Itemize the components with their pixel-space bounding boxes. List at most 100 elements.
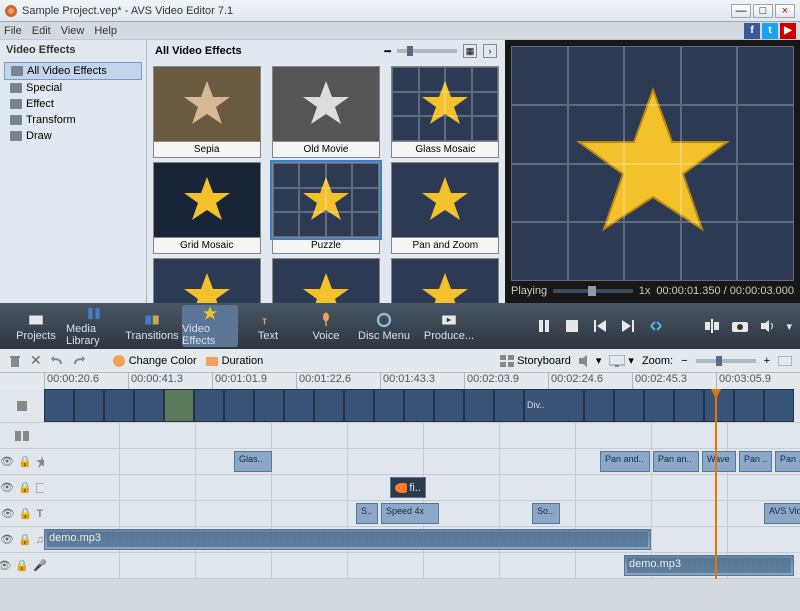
twitter-icon[interactable]: t (762, 23, 778, 39)
tab-discmenu[interactable]: Disc Menu (356, 305, 412, 347)
overlay-clip[interactable]: fi.. (390, 477, 426, 498)
expand-button[interactable]: › (483, 44, 497, 58)
tab-text[interactable]: TText (240, 305, 296, 347)
transition-track-body[interactable] (44, 423, 800, 448)
fx-clip[interactable]: Pan and.. (600, 451, 650, 472)
facebook-icon[interactable]: f (744, 23, 760, 39)
playhead[interactable] (715, 389, 717, 579)
volume-dropdown-icon[interactable]: ▾ (786, 320, 792, 333)
cat-draw[interactable]: Draw (4, 128, 142, 144)
folder-icon (11, 66, 23, 76)
trash-button[interactable] (8, 354, 22, 368)
redo-button[interactable] (72, 354, 86, 368)
fx-oldmovie[interactable]: Old Movie (268, 66, 383, 158)
video-clips[interactable]: Div.. (44, 389, 800, 422)
app-icon (4, 4, 18, 18)
effects-track: 👁 🔒 Glas.. Pan and.. Pan an.. Wave Pan ..… (0, 449, 800, 475)
fx-clip[interactable]: Wave (702, 451, 736, 472)
lock-icon[interactable]: 🔒 (19, 507, 33, 520)
duration-button[interactable]: Duration (205, 354, 264, 368)
youtube-icon[interactable]: ▶ (780, 23, 796, 39)
overlay-track: 👁 🔒 fi.. (0, 475, 800, 501)
delete-button[interactable]: ✕ (30, 352, 42, 369)
fx-clip[interactable]: Glas.. (234, 451, 272, 472)
cat-transform[interactable]: Transform (4, 112, 142, 128)
snapshot-button[interactable] (730, 316, 750, 336)
fx-glass[interactable]: Glass (149, 258, 264, 303)
fx-puzzle[interactable]: Puzzle (268, 162, 383, 254)
music-track-icon: ♫ (36, 534, 44, 546)
audio-track-body[interactable]: demo.mp3 (44, 527, 800, 552)
pause-button[interactable] (534, 316, 554, 336)
eye-icon[interactable]: 👁 (0, 481, 14, 494)
menu-help[interactable]: Help (94, 25, 117, 37)
stop-button[interactable] (562, 316, 582, 336)
grid-view-button[interactable]: ▦ (463, 44, 477, 58)
zoom-slider[interactable] (696, 359, 756, 363)
fx-sepia[interactable]: Sepia (149, 66, 264, 158)
eye-icon[interactable]: 👁 (1, 507, 15, 520)
tab-projects[interactable]: Projects (8, 305, 64, 347)
text-clip[interactable]: AVS Vid.. (764, 503, 800, 524)
video-track-body[interactable]: Div.. (44, 389, 800, 422)
thumb-size-slider[interactable] (397, 49, 457, 53)
minimize-button[interactable]: — (731, 4, 751, 18)
text-clip[interactable]: Speed 4x (381, 503, 439, 524)
lock-icon[interactable]: 🔒 (18, 481, 32, 494)
close-button[interactable]: × (775, 4, 795, 18)
lock-icon[interactable]: 🔒 (18, 533, 32, 546)
fx-watercolor[interactable]: Watercolor (388, 258, 503, 303)
undo-button[interactable] (50, 354, 64, 368)
volume-button[interactable] (758, 316, 778, 336)
menu-view[interactable]: View (61, 25, 85, 37)
effects-track-body[interactable]: Glas.. Pan and.. Pan an.. Wave Pan .. Pa… (44, 449, 800, 474)
fx-clip[interactable]: Pan .. (775, 451, 800, 472)
audio-clip[interactable]: demo.mp3 (624, 555, 794, 576)
tab-transitions[interactable]: Transitions (124, 305, 180, 347)
fx-panzoom[interactable]: Pan and Zoom (388, 162, 503, 254)
preview-panel: Playing 1x 00:00:01.350 / 00:00:03.000 (505, 40, 800, 303)
fx-snow[interactable]: Snow (268, 258, 383, 303)
menu-file[interactable]: File (4, 25, 22, 37)
audio-track: 👁 🔒 ♫ demo.mp3 (0, 527, 800, 553)
fx-gridmosaic[interactable]: Grid Mosaic (149, 162, 264, 254)
eye-icon[interactable]: 👁 (0, 533, 14, 546)
preview-viewport[interactable] (511, 46, 794, 281)
audio-monitor-button[interactable]: ▾ (579, 354, 602, 367)
eye-icon[interactable]: 👁 (0, 455, 14, 468)
zoom-fit-button[interactable] (778, 356, 792, 366)
text-clip[interactable]: So.. (532, 503, 560, 524)
menu-edit[interactable]: Edit (32, 25, 51, 37)
loop-button[interactable] (646, 316, 666, 336)
fx-clip[interactable]: Pan an.. (653, 451, 699, 472)
cat-special[interactable]: Special (4, 80, 142, 96)
prev-button[interactable] (590, 316, 610, 336)
lock-icon[interactable]: 🔒 (18, 455, 32, 468)
split-button[interactable] (702, 316, 722, 336)
tab-media[interactable]: Media Library (66, 305, 122, 347)
speed-slider[interactable] (553, 289, 633, 293)
cat-effect[interactable]: Effect (4, 96, 142, 112)
display-button[interactable]: ▾ (609, 354, 634, 367)
lock-icon[interactable]: 🔒 (15, 559, 29, 572)
effects-sidebar: Video Effects All Video Effects Special … (0, 40, 147, 303)
tab-voice[interactable]: Voice (298, 305, 354, 347)
eye-icon[interactable]: 👁 (0, 559, 11, 572)
cat-all[interactable]: All Video Effects (4, 62, 142, 80)
storyboard-button[interactable]: Storyboard (500, 355, 571, 367)
tab-videoeffects[interactable]: Video Effects (182, 305, 238, 347)
timeline-ruler[interactable]: 00:00:20.6 00:00:41.3 00:01:01.9 00:01:2… (0, 373, 800, 389)
text-clip[interactable]: S.. (356, 503, 378, 524)
changecolor-button[interactable]: Change Color (112, 354, 197, 368)
audio-clip[interactable]: demo.mp3 (44, 529, 651, 550)
titlebar: Sample Project.vep* - AVS Video Editor 7… (0, 0, 800, 22)
produce-button[interactable]: Produce... (414, 305, 484, 347)
next-button[interactable] (618, 316, 638, 336)
maximize-button[interactable]: □ (753, 4, 773, 18)
fx-clip[interactable]: Pan .. (739, 451, 772, 472)
sidebar-title: Video Effects (0, 40, 146, 60)
voice-track-body[interactable]: demo.mp3 (44, 553, 800, 578)
fx-glassmosaic[interactable]: Glass Mosaic (388, 66, 503, 158)
overlay-track-body[interactable]: fi.. (44, 475, 800, 500)
text-track-body[interactable]: S.. Speed 4x So.. AVS Vid.. (44, 501, 800, 526)
